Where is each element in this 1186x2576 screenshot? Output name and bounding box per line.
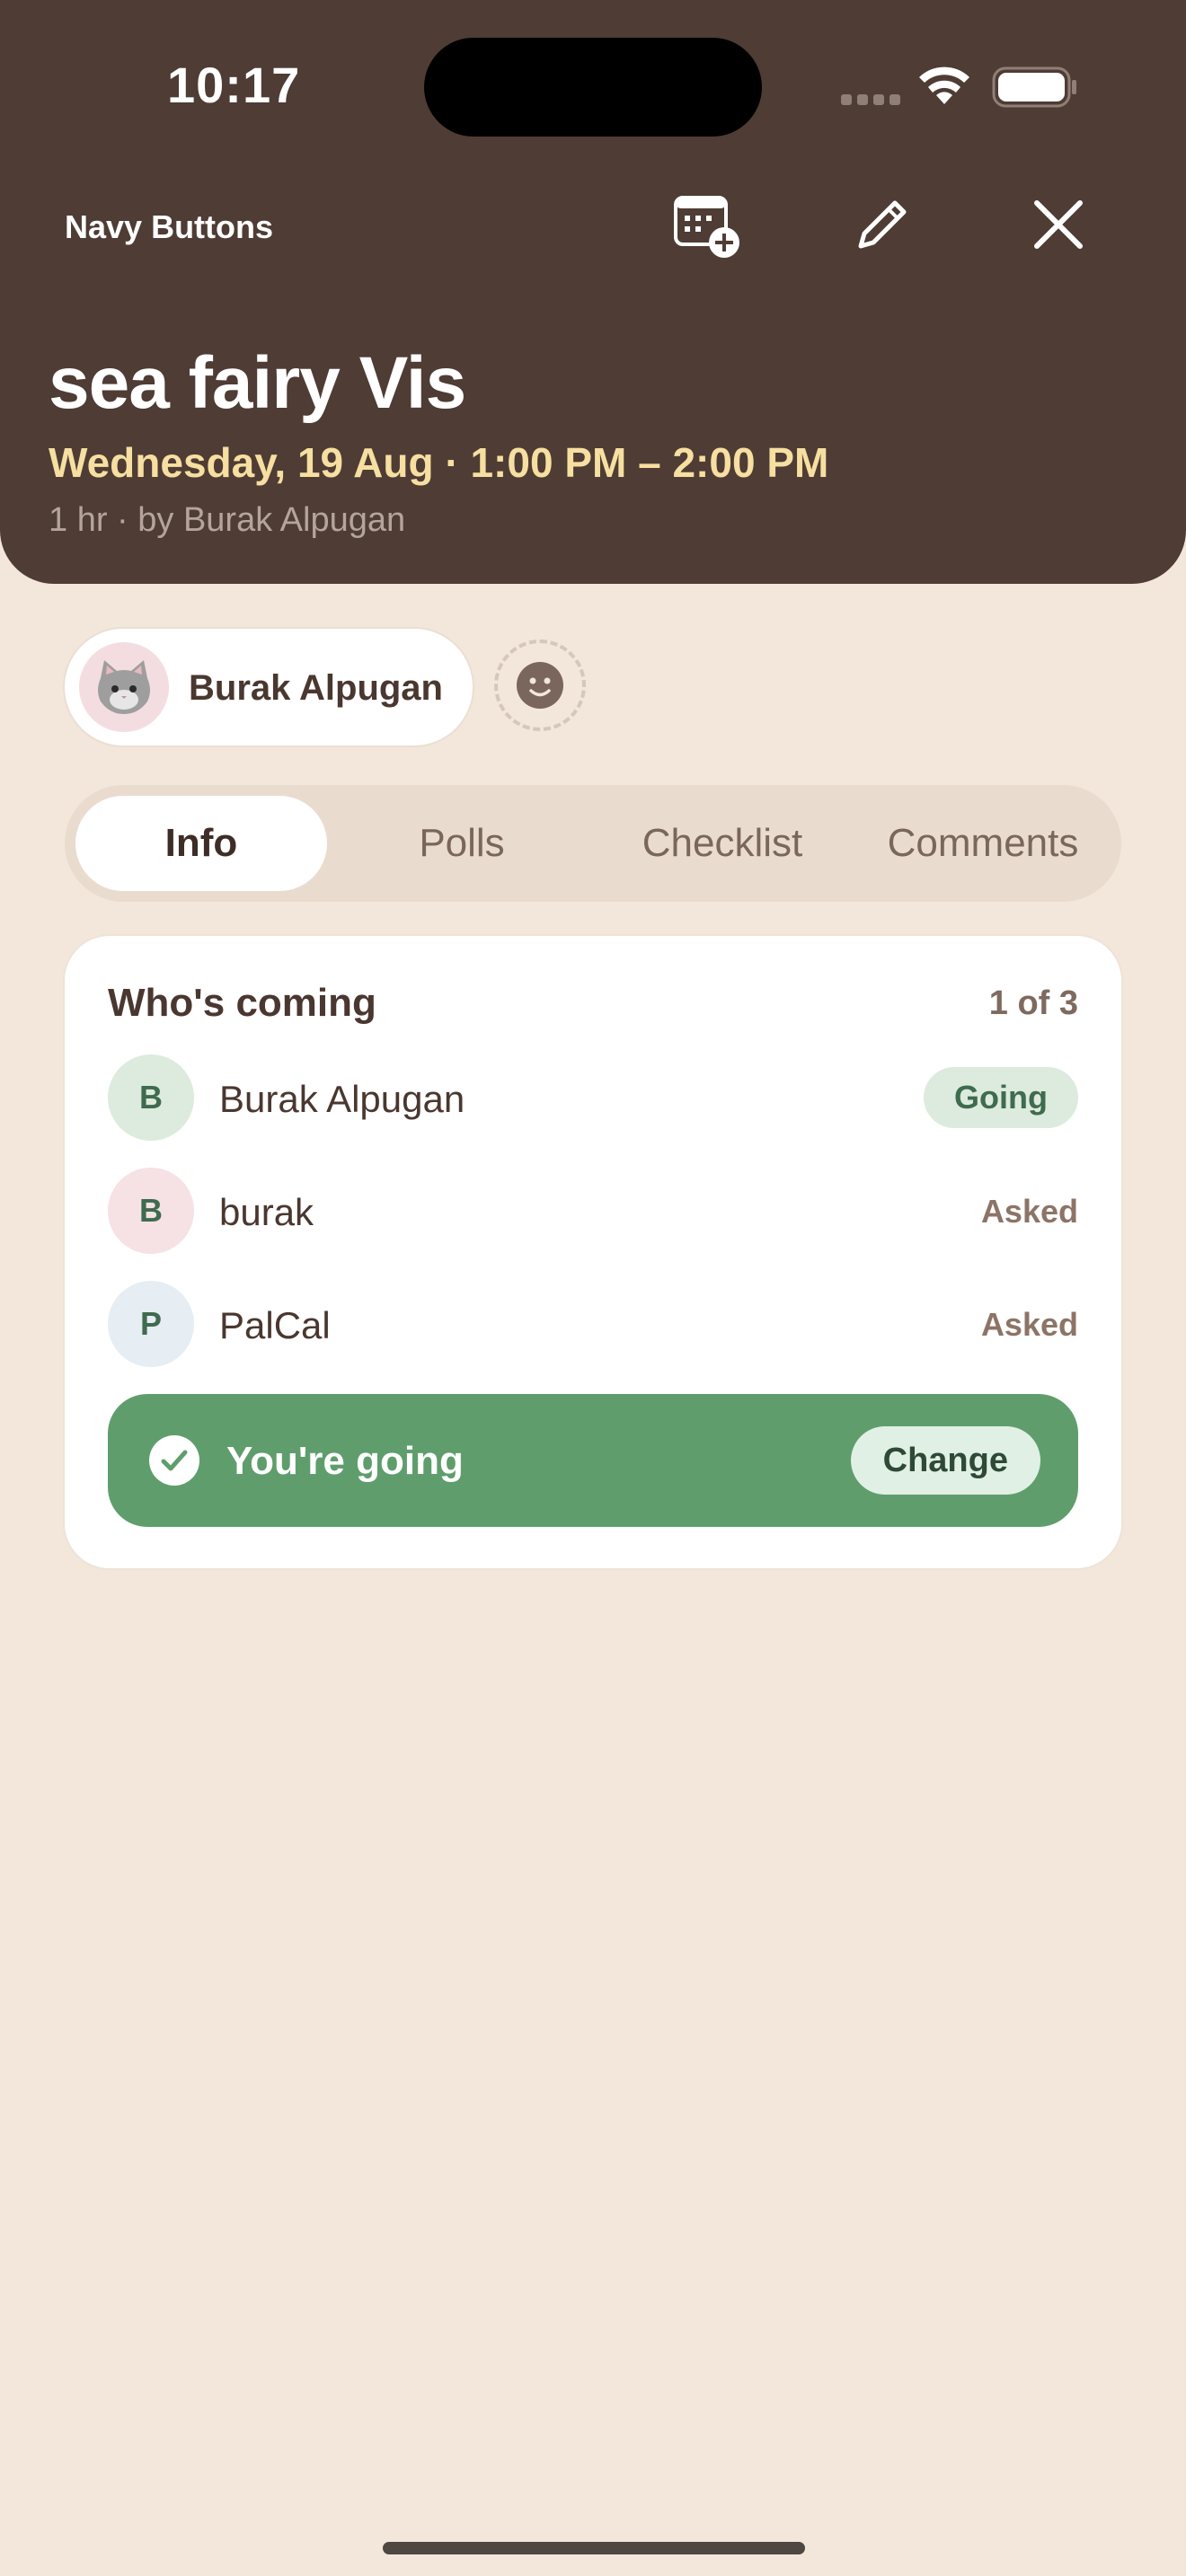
home-indicator[interactable]	[383, 2542, 805, 2554]
tab-bar: Info Polls Checklist Comments	[65, 785, 1121, 902]
close-icon	[1034, 200, 1083, 249]
status-label: Asked	[980, 1306, 1078, 1343]
battery-icon	[992, 66, 1076, 108]
host-chip[interactable]: Burak Alpugan	[65, 629, 473, 745]
event-datetime: Wednesday, 19 Aug · 1:00 PM – 2:00 PM	[49, 439, 829, 486]
add-attendee-button[interactable]	[494, 640, 586, 731]
tab-checklist[interactable]: Checklist	[597, 796, 848, 891]
status-time: 10:17	[167, 57, 301, 113]
attendee-avatar: P	[108, 1281, 194, 1367]
event-title: sea fairy Vis	[49, 342, 466, 424]
event-meta: 1 hr · by Burak Alpugan	[49, 501, 406, 539]
attendee-name: burak	[219, 1191, 314, 1233]
attendee-name: PalCal	[219, 1304, 331, 1346]
smiley-icon	[517, 662, 563, 709]
card-title: Who's coming	[108, 981, 376, 1025]
change-rsvp-button[interactable]: Change	[850, 1426, 1040, 1495]
app-name: Navy Buttons	[65, 208, 274, 245]
attendance-card: Who's coming 1 of 3 B Burak Alpugan Goin…	[65, 936, 1121, 1568]
attendee-row[interactable]: B burak Asked	[108, 1168, 1078, 1254]
rsvp-banner: You're going Change	[108, 1394, 1078, 1527]
calendar-add-icon	[674, 196, 739, 258]
attendee-avatar: B	[108, 1054, 194, 1141]
dynamic-island	[424, 38, 762, 137]
edit-button[interactable]	[846, 189, 918, 260]
rsvp-status-text: You're going	[226, 1439, 464, 1483]
attendee-avatar: B	[108, 1168, 194, 1254]
host-name: Burak Alpugan	[189, 668, 443, 708]
attendee-row[interactable]: P PalCal Asked	[108, 1281, 1078, 1367]
tab-polls[interactable]: Polls	[336, 796, 588, 891]
tab-comments[interactable]: Comments	[857, 796, 1109, 891]
check-icon	[149, 1435, 199, 1486]
cat-avatar	[79, 642, 169, 732]
attendance-count: 1 of 3	[988, 984, 1078, 1022]
attendee-name: Burak Alpugan	[219, 1078, 465, 1120]
cat-face-icon	[98, 660, 150, 714]
status-badge: Going	[924, 1067, 1078, 1128]
add-to-calendar-button[interactable]	[670, 189, 742, 260]
status-label: Asked	[980, 1193, 1078, 1230]
attendee-row[interactable]: B Burak Alpugan Going	[108, 1054, 1078, 1141]
event-header: 10:17 Navy Buttons sea fairy Vis Wednesd…	[0, 0, 1186, 584]
close-button[interactable]	[1022, 189, 1094, 260]
pencil-icon	[858, 200, 907, 249]
tab-info[interactable]: Info	[75, 796, 327, 891]
wifi-icon	[919, 66, 969, 104]
cellular-signal-icon	[841, 94, 900, 105]
